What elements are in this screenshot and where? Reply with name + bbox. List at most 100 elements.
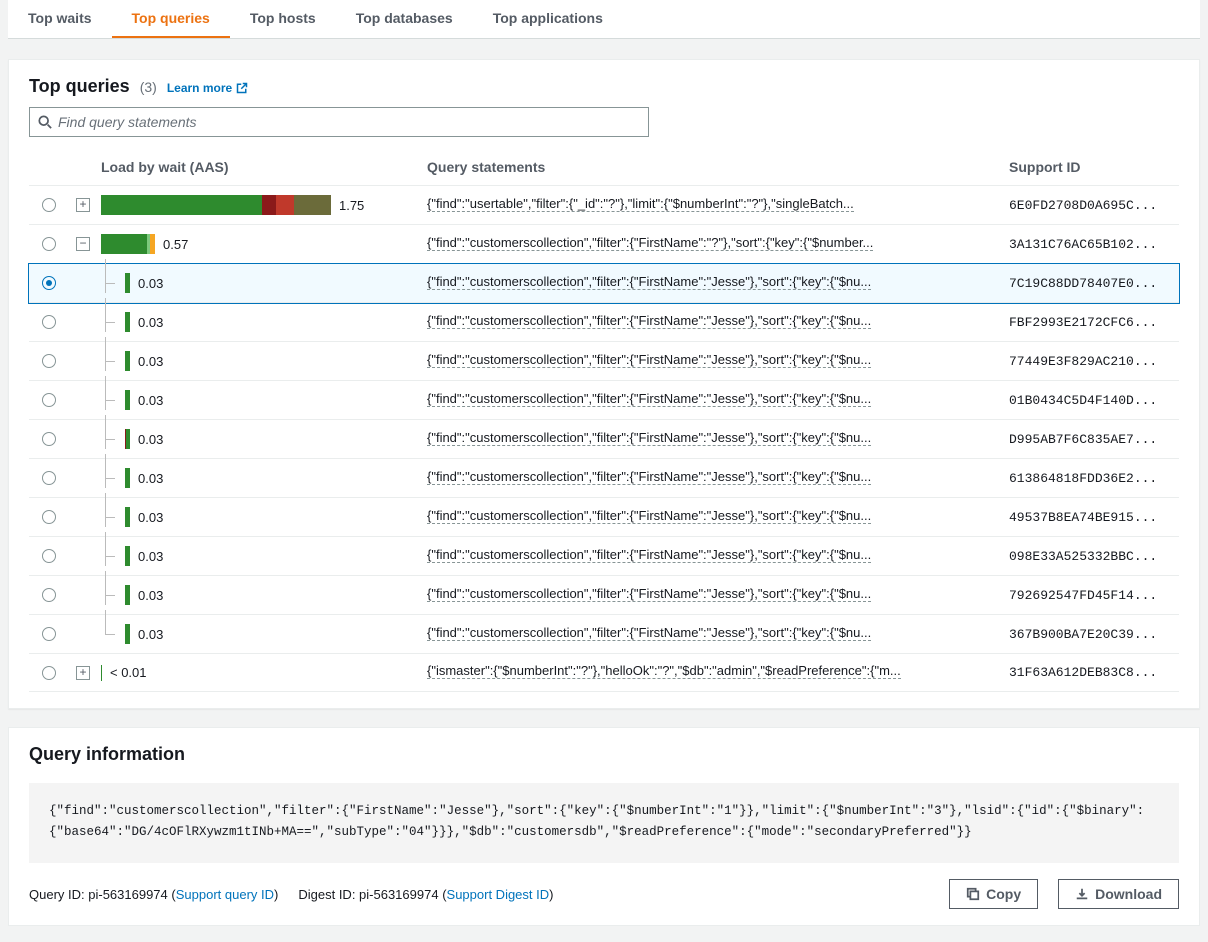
tab-top-waits[interactable]: Top waits xyxy=(8,0,112,38)
load-bar xyxy=(125,429,130,449)
table-row[interactable]: +1.75 {"find":"usertable","filter":{"_id"… xyxy=(29,186,1179,225)
tree-connector xyxy=(101,468,117,488)
download-icon xyxy=(1075,887,1089,901)
col-load[interactable]: Load by wait (AAS) xyxy=(97,159,427,175)
copy-button[interactable]: Copy xyxy=(949,879,1038,909)
aas-value: 1.75 xyxy=(339,198,364,213)
copy-icon xyxy=(966,887,980,901)
query-info-title: Query information xyxy=(29,744,1179,765)
query-statement[interactable]: {"find":"customerscollection","filter":{… xyxy=(427,625,871,641)
tab-top-applications[interactable]: Top applications xyxy=(473,0,623,38)
table-row[interactable]: 0.03 {"find":"customerscollection","filte… xyxy=(29,537,1179,576)
query-statement[interactable]: {"find":"customerscollection","filter":{… xyxy=(427,352,871,368)
tab-top-hosts[interactable]: Top hosts xyxy=(230,0,336,38)
expand-icon[interactable]: + xyxy=(76,666,90,680)
tree-connector xyxy=(101,351,117,371)
row-radio[interactable] xyxy=(42,666,56,680)
load-bar xyxy=(125,507,130,527)
row-radio[interactable] xyxy=(42,198,56,212)
table-row[interactable]: 0.03 {"find":"customerscollection","filte… xyxy=(29,303,1179,342)
query-statement[interactable]: {"find":"customerscollection","filter":{… xyxy=(427,508,871,524)
table-row[interactable]: 0.03 {"find":"customerscollection","filte… xyxy=(29,615,1179,654)
support-id: 6E0FD2708D0A695C... xyxy=(1009,198,1179,213)
row-radio[interactable] xyxy=(42,510,56,524)
support-id: 3A131C76AC65B102... xyxy=(1009,237,1179,252)
aas-value: < 0.01 xyxy=(110,665,147,680)
load-bar xyxy=(125,585,130,605)
support-query-id-link[interactable]: Support query ID xyxy=(176,887,274,902)
query-statement[interactable]: {"ismaster":{"$numberInt":"?"},"helloOk"… xyxy=(427,663,901,679)
query-statement[interactable]: {"find":"customerscollection","filter":{… xyxy=(427,313,871,329)
aas-value: 0.03 xyxy=(138,627,163,642)
aas-value: 0.03 xyxy=(138,393,163,408)
row-radio[interactable] xyxy=(42,315,56,329)
aas-value: 0.03 xyxy=(138,471,163,486)
card-title: Top queries xyxy=(29,76,130,97)
support-id: 7C19C88DD78407E0... xyxy=(1009,276,1179,291)
card-count: (3) xyxy=(140,79,157,95)
load-bar xyxy=(101,234,155,254)
support-id: 613864818FDD36E2... xyxy=(1009,471,1179,486)
support-digest-id-link[interactable]: Support Digest ID xyxy=(447,887,550,902)
support-id: 792692547FD45F14... xyxy=(1009,588,1179,603)
row-radio[interactable] xyxy=(42,393,56,407)
support-id: 098E33A525332BBC... xyxy=(1009,549,1179,564)
tree-connector xyxy=(101,273,117,293)
aas-value: 0.03 xyxy=(138,549,163,564)
tree-connector xyxy=(101,390,117,410)
query-statement[interactable]: {"find":"customerscollection","filter":{… xyxy=(427,430,871,446)
query-id-text: Query ID: pi-563169974 (Support query ID… xyxy=(29,887,278,902)
support-id: FBF2993E2172CFC6... xyxy=(1009,315,1179,330)
tree-connector xyxy=(101,429,117,449)
query-statement[interactable]: {"find":"customerscollection","filter":{… xyxy=(427,391,871,407)
expand-icon[interactable]: + xyxy=(76,198,90,212)
support-id: 49537B8EA74BE915... xyxy=(1009,510,1179,525)
aas-value: 0.03 xyxy=(138,432,163,447)
query-statement[interactable]: {"find":"customerscollection","filter":{… xyxy=(427,235,873,251)
row-radio[interactable] xyxy=(42,627,56,641)
table-header: Load by wait (AAS) Query statements Supp… xyxy=(29,149,1179,186)
aas-value: 0.03 xyxy=(138,588,163,603)
search-icon xyxy=(38,115,52,129)
bar-tick xyxy=(101,665,102,681)
query-statement[interactable]: {"find":"usertable","filter":{"_id":"?"}… xyxy=(427,196,854,212)
query-info-card: Query information {"find":"customerscoll… xyxy=(8,727,1200,926)
search-input[interactable] xyxy=(58,114,640,130)
aas-value: 0.57 xyxy=(163,237,188,252)
row-radio[interactable] xyxy=(42,432,56,446)
row-radio[interactable] xyxy=(42,237,56,251)
query-statement[interactable]: {"find":"customerscollection","filter":{… xyxy=(427,586,871,602)
table-row[interactable]: 0.03 {"find":"customerscollection","filte… xyxy=(29,459,1179,498)
row-radio[interactable] xyxy=(42,588,56,602)
col-query[interactable]: Query statements xyxy=(427,159,1009,175)
table-row[interactable]: 0.03 {"find":"customerscollection","filte… xyxy=(29,381,1179,420)
row-radio[interactable] xyxy=(42,549,56,563)
load-bar xyxy=(125,624,130,644)
row-radio[interactable] xyxy=(42,471,56,485)
col-id[interactable]: Support ID xyxy=(1009,159,1179,175)
query-statement[interactable]: {"find":"customerscollection","filter":{… xyxy=(427,469,871,485)
table-row[interactable]: − 0.57 {"find":"customerscollection","filt… xyxy=(29,225,1179,264)
aas-value: 0.03 xyxy=(138,276,163,291)
table-row[interactable]: 0.03 {"find":"customerscollection","filte… xyxy=(29,576,1179,615)
table-row[interactable]: 0.03{"find":"customerscollection","filte… xyxy=(29,498,1179,537)
load-bar xyxy=(101,195,331,215)
row-radio[interactable] xyxy=(42,276,56,290)
load-bar xyxy=(125,312,130,332)
query-statement[interactable]: {"find":"customerscollection","filter":{… xyxy=(427,547,871,563)
tree-connector xyxy=(101,546,117,566)
row-radio[interactable] xyxy=(42,354,56,368)
support-id: 367B900BA7E20C39... xyxy=(1009,627,1179,642)
query-statement[interactable]: {"find":"customerscollection","filter":{… xyxy=(427,274,871,290)
tab-top-queries[interactable]: Top queries xyxy=(112,0,230,38)
table-row[interactable]: + < 0.01 {"ismaster":{"$numberInt":"?"},"h… xyxy=(29,654,1179,692)
table-row[interactable]: 0.03 {"find":"customerscollection","filte… xyxy=(29,264,1179,303)
learn-more-link[interactable]: Learn more xyxy=(167,81,248,95)
table-row[interactable]: 0.03 {"find":"customerscollection","filte… xyxy=(29,420,1179,459)
search-box[interactable] xyxy=(29,107,649,137)
tab-top-databases[interactable]: Top databases xyxy=(336,0,473,38)
collapse-icon[interactable]: − xyxy=(76,237,90,251)
aas-value: 0.03 xyxy=(138,315,163,330)
download-button[interactable]: Download xyxy=(1058,879,1179,909)
table-row[interactable]: 0.03{"find":"customerscollection","filte… xyxy=(29,342,1179,381)
